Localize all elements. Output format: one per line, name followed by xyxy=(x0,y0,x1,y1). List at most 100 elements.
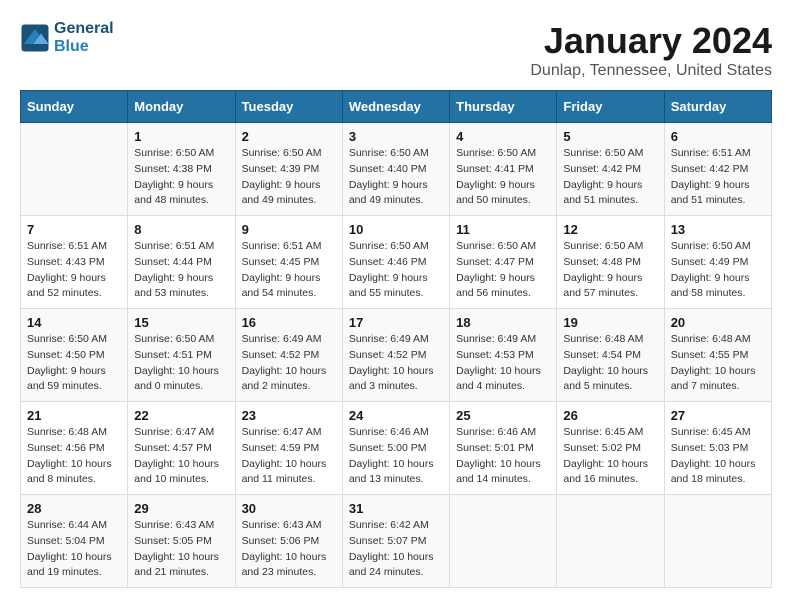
calendar-cell: 15 Sunrise: 6:50 AM Sunset: 4:51 PM Dayli… xyxy=(128,309,235,402)
day-number: 10 xyxy=(349,222,443,237)
calendar-cell: 16 Sunrise: 6:49 AM Sunset: 4:52 PM Dayli… xyxy=(235,309,342,402)
day-number: 30 xyxy=(242,501,336,516)
day-number: 9 xyxy=(242,222,336,237)
header: General Blue January 2024 Dunlap, Tennes… xyxy=(20,20,772,80)
calendar-cell: 24 Sunrise: 6:46 AM Sunset: 5:00 PM Dayli… xyxy=(342,402,449,495)
day-number: 8 xyxy=(134,222,228,237)
calendar-cell: 1Sunrise: 6:50 AM Sunset: 4:38 PM Daylig… xyxy=(128,123,235,216)
calendar-header: SundayMondayTuesdayWednesdayThursdayFrid… xyxy=(21,91,772,123)
day-number: 6 xyxy=(671,129,765,144)
day-number: 22 xyxy=(134,408,228,423)
calendar-cell: 30 Sunrise: 6:43 AM Sunset: 5:06 PM Dayli… xyxy=(235,495,342,588)
day-number: 25 xyxy=(456,408,550,423)
calendar-cell: 29Sunrise: 6:43 AM Sunset: 5:05 PM Dayli… xyxy=(128,495,235,588)
day-number: 18 xyxy=(456,315,550,330)
calendar-cell: 23 Sunrise: 6:47 AM Sunset: 4:59 PM Dayli… xyxy=(235,402,342,495)
day-info: Sunrise: 6:50 AM Sunset: 4:39 PM Dayligh… xyxy=(242,146,336,209)
day-header-monday: Monday xyxy=(128,91,235,123)
calendar-cell: 2 Sunrise: 6:50 AM Sunset: 4:39 PM Daylig… xyxy=(235,123,342,216)
day-info: Sunrise: 6:50 AM Sunset: 4:42 PM Dayligh… xyxy=(563,146,657,209)
calendar-cell: 7Sunrise: 6:51 AM Sunset: 4:43 PM Daylig… xyxy=(21,216,128,309)
calendar-cell: 9 Sunrise: 6:51 AM Sunset: 4:45 PM Daylig… xyxy=(235,216,342,309)
day-info: Sunrise: 6:47 AM Sunset: 4:57 PM Dayligh… xyxy=(134,425,228,488)
day-number: 4 xyxy=(456,129,550,144)
day-number: 12 xyxy=(563,222,657,237)
calendar-cell: 8 Sunrise: 6:51 AM Sunset: 4:44 PM Daylig… xyxy=(128,216,235,309)
calendar-cell: 27 Sunrise: 6:45 AM Sunset: 5:03 PM Dayli… xyxy=(664,402,771,495)
calendar-cell: 3Sunrise: 6:50 AM Sunset: 4:40 PM Daylig… xyxy=(342,123,449,216)
day-number: 16 xyxy=(242,315,336,330)
calendar-cell: 19Sunrise: 6:48 AM Sunset: 4:54 PM Dayli… xyxy=(557,309,664,402)
day-info: Sunrise: 6:46 AM Sunset: 5:00 PM Dayligh… xyxy=(349,425,443,488)
day-info: Sunrise: 6:51 AM Sunset: 4:45 PM Dayligh… xyxy=(242,239,336,302)
day-info: Sunrise: 6:48 AM Sunset: 4:55 PM Dayligh… xyxy=(671,332,765,395)
day-header-friday: Friday xyxy=(557,91,664,123)
calendar-cell: 31 Sunrise: 6:42 AM Sunset: 5:07 PM Dayli… xyxy=(342,495,449,588)
calendar-week-2: 14 Sunrise: 6:50 AM Sunset: 4:50 PM Dayli… xyxy=(21,309,772,402)
day-number: 26 xyxy=(563,408,657,423)
day-header-thursday: Thursday xyxy=(450,91,557,123)
calendar-cell: 22 Sunrise: 6:47 AM Sunset: 4:57 PM Dayli… xyxy=(128,402,235,495)
day-info: Sunrise: 6:50 AM Sunset: 4:48 PM Dayligh… xyxy=(563,239,657,302)
calendar-cell: 21Sunrise: 6:48 AM Sunset: 4:56 PM Dayli… xyxy=(21,402,128,495)
calendar-cell xyxy=(557,495,664,588)
day-number: 17 xyxy=(349,315,443,330)
day-info: Sunrise: 6:50 AM Sunset: 4:47 PM Dayligh… xyxy=(456,239,550,302)
calendar-cell: 18 Sunrise: 6:49 AM Sunset: 4:53 PM Dayli… xyxy=(450,309,557,402)
subtitle: Dunlap, Tennessee, United States xyxy=(530,62,772,80)
calendar-cell: 13 Sunrise: 6:50 AM Sunset: 4:49 PM Dayli… xyxy=(664,216,771,309)
day-info: Sunrise: 6:49 AM Sunset: 4:52 PM Dayligh… xyxy=(242,332,336,395)
calendar-cell: 28Sunrise: 6:44 AM Sunset: 5:04 PM Dayli… xyxy=(21,495,128,588)
calendar-table: SundayMondayTuesdayWednesdayThursdayFrid… xyxy=(20,90,772,588)
day-info: Sunrise: 6:50 AM Sunset: 4:46 PM Dayligh… xyxy=(349,239,443,302)
day-number: 14 xyxy=(27,315,121,330)
day-info: Sunrise: 6:50 AM Sunset: 4:40 PM Dayligh… xyxy=(349,146,443,209)
day-info: Sunrise: 6:45 AM Sunset: 5:03 PM Dayligh… xyxy=(671,425,765,488)
calendar-cell: 20 Sunrise: 6:48 AM Sunset: 4:55 PM Dayli… xyxy=(664,309,771,402)
day-number: 11 xyxy=(456,222,550,237)
logo: General Blue xyxy=(20,20,114,55)
calendar-cell: 26 Sunrise: 6:45 AM Sunset: 5:02 PM Dayli… xyxy=(557,402,664,495)
calendar-week-0: 1Sunrise: 6:50 AM Sunset: 4:38 PM Daylig… xyxy=(21,123,772,216)
day-number: 20 xyxy=(671,315,765,330)
title-area: January 2024 Dunlap, Tennessee, United S… xyxy=(530,20,772,80)
calendar-week-3: 21Sunrise: 6:48 AM Sunset: 4:56 PM Dayli… xyxy=(21,402,772,495)
day-info: Sunrise: 6:48 AM Sunset: 4:56 PM Dayligh… xyxy=(27,425,121,488)
logo-icon xyxy=(20,23,50,53)
day-info: Sunrise: 6:50 AM Sunset: 4:49 PM Dayligh… xyxy=(671,239,765,302)
calendar-cell: 17 Sunrise: 6:49 AM Sunset: 4:52 PM Dayli… xyxy=(342,309,449,402)
day-info: Sunrise: 6:43 AM Sunset: 5:06 PM Dayligh… xyxy=(242,518,336,581)
day-info: Sunrise: 6:47 AM Sunset: 4:59 PM Dayligh… xyxy=(242,425,336,488)
calendar-cell xyxy=(664,495,771,588)
day-number: 23 xyxy=(242,408,336,423)
calendar-cell xyxy=(450,495,557,588)
day-number: 27 xyxy=(671,408,765,423)
calendar-cell: 14 Sunrise: 6:50 AM Sunset: 4:50 PM Dayli… xyxy=(21,309,128,402)
day-info: Sunrise: 6:45 AM Sunset: 5:02 PM Dayligh… xyxy=(563,425,657,488)
day-info: Sunrise: 6:51 AM Sunset: 4:44 PM Dayligh… xyxy=(134,239,228,302)
day-number: 28 xyxy=(27,501,121,516)
day-info: Sunrise: 6:50 AM Sunset: 4:50 PM Dayligh… xyxy=(27,332,121,395)
day-info: Sunrise: 6:42 AM Sunset: 5:07 PM Dayligh… xyxy=(349,518,443,581)
day-number: 24 xyxy=(349,408,443,423)
day-info: Sunrise: 6:51 AM Sunset: 4:43 PM Dayligh… xyxy=(27,239,121,302)
day-number: 15 xyxy=(134,315,228,330)
calendar-cell: 11 Sunrise: 6:50 AM Sunset: 4:47 PM Dayli… xyxy=(450,216,557,309)
day-number: 31 xyxy=(349,501,443,516)
calendar-cell: 5Sunrise: 6:50 AM Sunset: 4:42 PM Daylig… xyxy=(557,123,664,216)
day-header-tuesday: Tuesday xyxy=(235,91,342,123)
day-info: Sunrise: 6:49 AM Sunset: 4:52 PM Dayligh… xyxy=(349,332,443,395)
day-header-saturday: Saturday xyxy=(664,91,771,123)
calendar-cell xyxy=(21,123,128,216)
day-info: Sunrise: 6:50 AM Sunset: 4:51 PM Dayligh… xyxy=(134,332,228,395)
logo-blue: Blue xyxy=(54,38,114,56)
day-number: 2 xyxy=(242,129,336,144)
day-number: 1 xyxy=(134,129,228,144)
calendar-week-1: 7Sunrise: 6:51 AM Sunset: 4:43 PM Daylig… xyxy=(21,216,772,309)
day-number: 13 xyxy=(671,222,765,237)
calendar-week-4: 28Sunrise: 6:44 AM Sunset: 5:04 PM Dayli… xyxy=(21,495,772,588)
day-info: Sunrise: 6:48 AM Sunset: 4:54 PM Dayligh… xyxy=(563,332,657,395)
calendar-cell: 12 Sunrise: 6:50 AM Sunset: 4:48 PM Dayli… xyxy=(557,216,664,309)
calendar-body: 1Sunrise: 6:50 AM Sunset: 4:38 PM Daylig… xyxy=(21,123,772,588)
day-info: Sunrise: 6:49 AM Sunset: 4:53 PM Dayligh… xyxy=(456,332,550,395)
